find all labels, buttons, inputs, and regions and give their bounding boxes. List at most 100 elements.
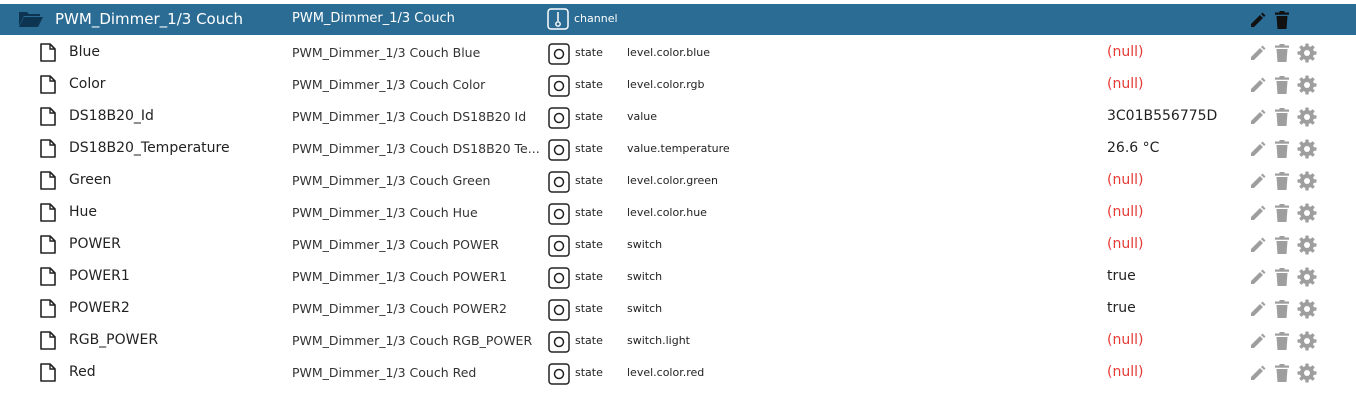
- state-row[interactable]: POWER1 PWM_Dimmer_1/3 Couch POWER1 state…: [0, 260, 1356, 292]
- state-value[interactable]: (null): [1107, 364, 1143, 380]
- edit-icon[interactable]: [1249, 140, 1267, 158]
- state-title: PWM_Dimmer_1/3 Couch DS18B20 Id: [292, 109, 527, 124]
- gear-icon[interactable]: [1297, 139, 1317, 159]
- state-name: Hue: [69, 204, 98, 220]
- state-row[interactable]: DS18B20_Id PWM_Dimmer_1/3 Couch DS18B20 …: [0, 100, 1356, 132]
- state-value[interactable]: (null): [1107, 76, 1143, 92]
- file-icon: [40, 43, 56, 62]
- state-type-icon: [548, 43, 570, 65]
- file-icon: [40, 139, 56, 158]
- file-icon: [40, 331, 56, 350]
- state-type-icon: [548, 171, 570, 193]
- file-icon: [40, 299, 56, 318]
- state-row[interactable]: Green PWM_Dimmer_1/3 Couch Green state l…: [0, 164, 1356, 196]
- delete-icon[interactable]: [1274, 268, 1290, 286]
- state-type: state: [575, 206, 603, 219]
- state-title: PWM_Dimmer_1/3 Couch POWER1: [292, 269, 507, 284]
- gear-icon[interactable]: [1297, 171, 1317, 191]
- state-role: switch: [627, 302, 663, 315]
- state-title: PWM_Dimmer_1/3 Couch Red: [292, 365, 477, 380]
- state-row[interactable]: DS18B20_Temperature PWM_Dimmer_1/3 Couch…: [0, 132, 1356, 164]
- state-role: switch: [627, 238, 663, 251]
- state-value[interactable]: (null): [1107, 332, 1143, 348]
- edit-icon[interactable]: [1249, 236, 1267, 254]
- edit-icon[interactable]: [1249, 364, 1267, 382]
- state-role: level.color.blue: [627, 46, 711, 59]
- gear-icon[interactable]: [1297, 363, 1317, 383]
- state-title: PWM_Dimmer_1/3 Couch Blue: [292, 45, 481, 60]
- edit-icon[interactable]: [1249, 108, 1267, 126]
- gear-icon[interactable]: [1297, 107, 1317, 127]
- state-value[interactable]: true: [1107, 300, 1136, 316]
- file-icon: [40, 75, 56, 94]
- state-row[interactable]: POWER PWM_Dimmer_1/3 Couch POWER state s…: [0, 228, 1356, 260]
- state-role: value: [627, 110, 658, 123]
- file-icon: [40, 203, 56, 222]
- state-value[interactable]: (null): [1107, 236, 1143, 252]
- state-row[interactable]: Hue PWM_Dimmer_1/3 Couch Hue state level…: [0, 196, 1356, 228]
- state-type-icon: [548, 235, 570, 257]
- channel-name: PWM_Dimmer_1/3 Couch: [55, 10, 243, 28]
- state-role: level.color.hue: [627, 206, 707, 219]
- state-value[interactable]: (null): [1107, 172, 1143, 188]
- state-type: state: [575, 238, 603, 251]
- state-name: Blue: [69, 44, 100, 60]
- state-type-icon: [548, 75, 570, 97]
- state-name: Green: [69, 172, 112, 188]
- state-value[interactable]: 26.6 °C: [1107, 140, 1159, 156]
- state-type: state: [575, 270, 603, 283]
- state-value[interactable]: (null): [1107, 204, 1143, 220]
- delete-icon[interactable]: [1274, 108, 1290, 126]
- delete-icon[interactable]: [1274, 204, 1290, 222]
- state-title: PWM_Dimmer_1/3 Couch RGB_POWER: [292, 333, 533, 348]
- delete-icon[interactable]: [1274, 236, 1290, 254]
- state-row[interactable]: Blue PWM_Dimmer_1/3 Couch Blue state lev…: [0, 36, 1356, 68]
- gear-icon[interactable]: [1297, 75, 1317, 95]
- state-value[interactable]: 3C01B556775D: [1107, 108, 1217, 124]
- state-name: POWER2: [69, 300, 130, 316]
- state-role: level.color.red: [627, 366, 705, 379]
- state-row[interactable]: Color PWM_Dimmer_1/3 Couch Color state l…: [0, 68, 1356, 100]
- delete-icon[interactable]: [1274, 11, 1290, 29]
- edit-icon[interactable]: [1249, 11, 1267, 29]
- state-value[interactable]: (null): [1107, 44, 1143, 60]
- delete-icon[interactable]: [1274, 300, 1290, 318]
- state-name: DS18B20_Temperature: [69, 140, 230, 156]
- object-tree: PWM_Dimmer_1/3 Couch PWM_Dimmer_1/3 Couc…: [0, 0, 1356, 393]
- file-icon: [40, 267, 56, 286]
- channel-row[interactable]: PWM_Dimmer_1/3 Couch PWM_Dimmer_1/3 Couc…: [0, 4, 1356, 35]
- edit-icon[interactable]: [1249, 300, 1267, 318]
- edit-icon[interactable]: [1249, 44, 1267, 62]
- state-title: PWM_Dimmer_1/3 Couch Color: [292, 77, 486, 92]
- gear-icon[interactable]: [1297, 331, 1317, 351]
- edit-icon[interactable]: [1249, 76, 1267, 94]
- channel-type-icon: [547, 8, 569, 30]
- delete-icon[interactable]: [1274, 140, 1290, 158]
- gear-icon[interactable]: [1297, 203, 1317, 223]
- gear-icon[interactable]: [1297, 267, 1317, 287]
- file-icon: [40, 235, 56, 254]
- delete-icon[interactable]: [1274, 332, 1290, 350]
- state-name: POWER1: [69, 268, 130, 284]
- state-type-icon: [548, 331, 570, 353]
- state-row[interactable]: Red PWM_Dimmer_1/3 Couch Red state level…: [0, 356, 1356, 388]
- edit-icon[interactable]: [1249, 204, 1267, 222]
- state-row[interactable]: POWER2 PWM_Dimmer_1/3 Couch POWER2 state…: [0, 292, 1356, 324]
- state-type-icon: [548, 299, 570, 321]
- delete-icon[interactable]: [1274, 172, 1290, 190]
- state-type: state: [575, 366, 603, 379]
- state-type: state: [575, 334, 603, 347]
- gear-icon[interactable]: [1297, 299, 1317, 319]
- state-type-icon: [548, 267, 570, 289]
- gear-icon[interactable]: [1297, 235, 1317, 255]
- delete-icon[interactable]: [1274, 44, 1290, 62]
- edit-icon[interactable]: [1249, 332, 1267, 350]
- delete-icon[interactable]: [1274, 76, 1290, 94]
- folder-open-icon[interactable]: [18, 10, 44, 28]
- state-value[interactable]: true: [1107, 268, 1136, 284]
- edit-icon[interactable]: [1249, 268, 1267, 286]
- delete-icon[interactable]: [1274, 364, 1290, 382]
- gear-icon[interactable]: [1297, 43, 1317, 63]
- state-row[interactable]: RGB_POWER PWM_Dimmer_1/3 Couch RGB_POWER…: [0, 324, 1356, 356]
- edit-icon[interactable]: [1249, 172, 1267, 190]
